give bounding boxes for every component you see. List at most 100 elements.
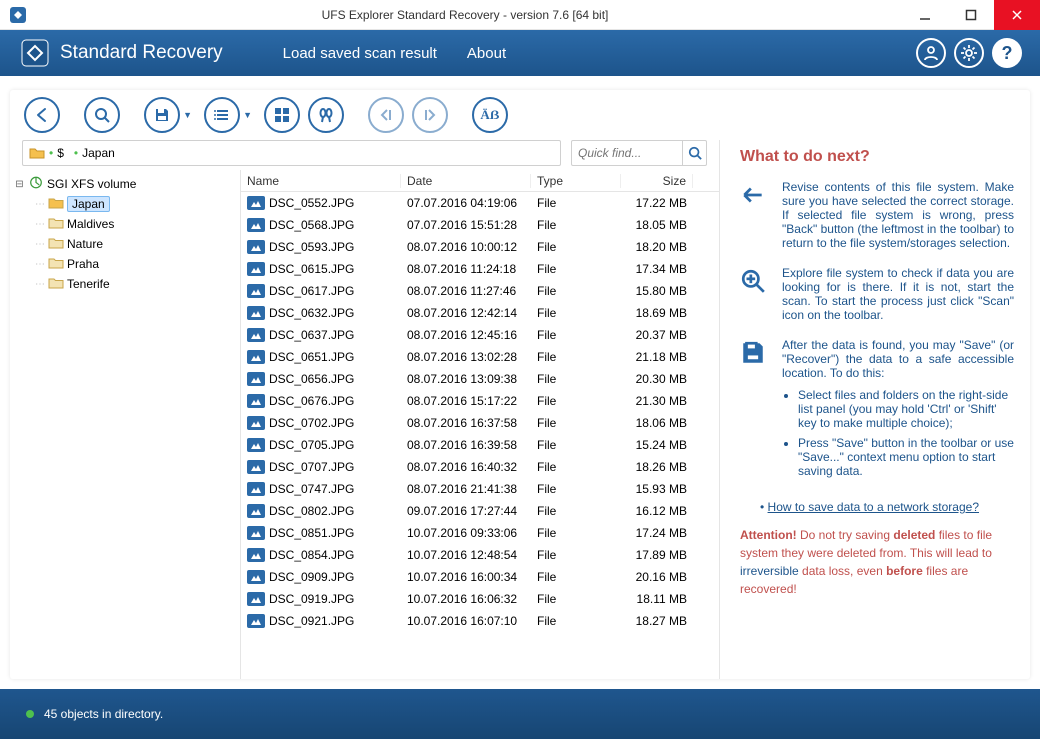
file-row[interactable]: DSC_0656.JPG 08.07.2016 13:09:38 File 20… <box>241 368 719 390</box>
image-file-icon <box>247 548 265 562</box>
collapse-icon[interactable]: ⊟ <box>14 179 25 190</box>
window-titlebar: UFS Explorer Standard Recovery - version… <box>0 0 1040 30</box>
tree-folder[interactable]: ⋯ Japan <box>12 194 238 214</box>
file-row[interactable]: DSC_0632.JPG 08.07.2016 12:42:14 File 18… <box>241 302 719 324</box>
file-row[interactable]: DSC_0615.JPG 08.07.2016 11:24:18 File 17… <box>241 258 719 280</box>
file-row[interactable]: DSC_0851.JPG 10.07.2016 09:33:06 File 17… <box>241 522 719 544</box>
scan-button[interactable] <box>84 97 120 133</box>
toolbar: ▼ ▼ Äẞ <box>10 90 1030 140</box>
search-input[interactable] <box>572 146 682 160</box>
font-button[interactable]: Äẞ <box>472 97 508 133</box>
volume-icon <box>28 176 44 192</box>
file-row[interactable]: DSC_0617.JPG 08.07.2016 11:27:46 File 15… <box>241 280 719 302</box>
file-row[interactable]: DSC_0919.JPG 10.07.2016 16:06:32 File 18… <box>241 588 719 610</box>
col-size[interactable]: Size <box>621 174 693 188</box>
help-panel: What to do next? Revise contents of this… <box>720 140 1030 679</box>
col-name[interactable]: Name <box>241 174 401 188</box>
image-file-icon <box>247 482 265 496</box>
help-title: What to do next? <box>740 148 1014 166</box>
file-row[interactable]: DSC_0552.JPG 07.07.2016 04:19:06 File 17… <box>241 192 719 214</box>
col-type[interactable]: Type <box>531 174 621 188</box>
save-icon <box>740 340 768 484</box>
chevron-down-icon[interactable]: ▼ <box>243 110 252 120</box>
status-bar: 45 objects in directory. <box>0 689 1040 739</box>
window-maximize-button[interactable] <box>948 0 994 30</box>
list-view-button[interactable]: ▼ <box>204 97 240 133</box>
file-list-header[interactable]: Name Date Type Size <box>241 170 719 192</box>
folder-icon <box>48 216 64 232</box>
image-file-icon <box>247 262 265 276</box>
breadcrumb[interactable]: • $ • Japan <box>22 140 561 166</box>
window-title: UFS Explorer Standard Recovery - version… <box>28 8 902 22</box>
next-button[interactable] <box>412 97 448 133</box>
account-button[interactable] <box>916 38 946 68</box>
image-file-icon <box>247 614 265 628</box>
file-row[interactable]: DSC_0568.JPG 07.07.2016 15:51:28 File 18… <box>241 214 719 236</box>
tree-volume[interactable]: ⊟ SGI XFS volume <box>12 174 238 194</box>
file-row[interactable]: DSC_0637.JPG 08.07.2016 12:45:16 File 20… <box>241 324 719 346</box>
file-row[interactable]: DSC_0921.JPG 10.07.2016 16:07:10 File 18… <box>241 610 719 632</box>
file-row[interactable]: DSC_0854.JPG 10.07.2016 12:48:54 File 17… <box>241 544 719 566</box>
image-file-icon <box>247 394 265 408</box>
folder-icon <box>48 196 64 212</box>
image-file-icon <box>247 372 265 386</box>
help-text-2: Explore file system to check if data you… <box>782 266 1014 322</box>
image-file-icon <box>247 328 265 342</box>
menu-load-scan[interactable]: Load saved scan result <box>283 45 437 62</box>
tree-folder[interactable]: ⋯ Nature <box>12 234 238 254</box>
file-row[interactable]: DSC_0702.JPG 08.07.2016 16:37:58 File 18… <box>241 412 719 434</box>
settings-button[interactable] <box>954 38 984 68</box>
file-row[interactable]: DSC_0705.JPG 08.07.2016 16:39:58 File 15… <box>241 434 719 456</box>
image-file-icon <box>247 416 265 430</box>
folder-tree[interactable]: ⊟ SGI XFS volume ⋯ Japan ⋯ Maldives ⋯ Na… <box>10 170 240 679</box>
breadcrumb-current[interactable]: Japan <box>82 146 115 160</box>
image-file-icon <box>247 438 265 452</box>
tree-folder[interactable]: ⋯ Praha <box>12 254 238 274</box>
folder-icon <box>29 146 45 160</box>
quick-find <box>571 140 707 166</box>
help-step-2: Press "Save" button in the toolbar or us… <box>798 436 1014 478</box>
save-button[interactable]: ▼ <box>144 97 180 133</box>
thumbnails-button[interactable] <box>264 97 300 133</box>
tree-folder[interactable]: ⋯ Maldives <box>12 214 238 234</box>
image-file-icon <box>247 592 265 606</box>
image-file-icon <box>247 504 265 518</box>
file-list-body[interactable]: DSC_0552.JPG 07.07.2016 04:19:06 File 17… <box>241 192 719 679</box>
file-row[interactable]: DSC_0909.JPG 10.07.2016 16:00:34 File 20… <box>241 566 719 588</box>
window-minimize-button[interactable] <box>902 0 948 30</box>
tree-folder[interactable]: ⋯ Tenerife <box>12 274 238 294</box>
file-row[interactable]: DSC_0707.JPG 08.07.2016 16:40:32 File 18… <box>241 456 719 478</box>
prev-button[interactable] <box>368 97 404 133</box>
help-link-network[interactable]: How to save data to a network storage? <box>768 500 979 514</box>
back-button[interactable] <box>24 97 60 133</box>
product-name: Standard Recovery <box>60 42 223 64</box>
folder-icon <box>48 236 64 252</box>
image-file-icon <box>247 196 265 210</box>
help-text-3: After the data is found, you may "Save" … <box>782 338 1014 484</box>
find-button[interactable] <box>308 97 344 133</box>
attention-text: Attention! Do not try saving deleted fil… <box>740 526 1014 598</box>
folder-icon <box>48 276 64 292</box>
image-file-icon <box>247 460 265 474</box>
window-close-button[interactable] <box>994 0 1040 30</box>
app-header: Standard Recovery Load saved scan result… <box>0 30 1040 76</box>
image-file-icon <box>247 218 265 232</box>
app-icon <box>8 5 28 25</box>
file-row[interactable]: DSC_0802.JPG 09.07.2016 17:27:44 File 16… <box>241 500 719 522</box>
image-file-icon <box>247 570 265 584</box>
image-file-icon <box>247 284 265 298</box>
file-row[interactable]: DSC_0747.JPG 08.07.2016 21:41:38 File 15… <box>241 478 719 500</box>
image-file-icon <box>247 306 265 320</box>
breadcrumb-root[interactable]: $ <box>57 146 64 160</box>
col-date[interactable]: Date <box>401 174 531 188</box>
menu-about[interactable]: About <box>467 45 506 62</box>
help-button[interactable]: ? <box>992 38 1022 68</box>
file-row[interactable]: DSC_0676.JPG 08.07.2016 15:17:22 File 21… <box>241 390 719 412</box>
file-row[interactable]: DSC_0593.JPG 08.07.2016 10:00:12 File 18… <box>241 236 719 258</box>
search-button[interactable] <box>682 141 706 165</box>
search-icon <box>740 268 768 322</box>
file-row[interactable]: DSC_0651.JPG 08.07.2016 13:02:28 File 21… <box>241 346 719 368</box>
content-panel: ▼ ▼ Äẞ • $ • Japan <box>10 90 1030 679</box>
image-file-icon <box>247 240 265 254</box>
chevron-down-icon[interactable]: ▼ <box>183 110 192 120</box>
